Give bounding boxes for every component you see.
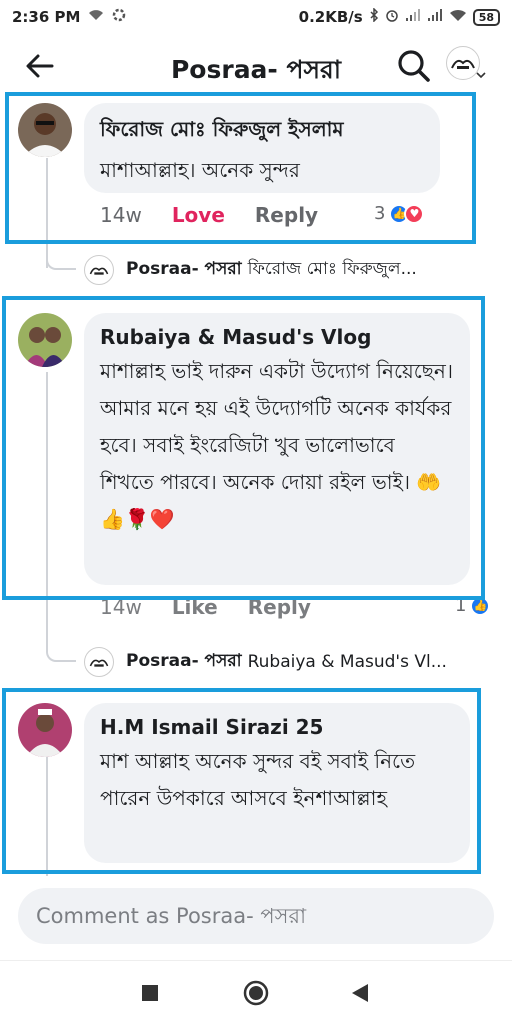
profile-switcher-button[interactable]	[446, 46, 486, 86]
recent-apps-button[interactable]	[134, 977, 166, 1009]
status-time: 2:36 PM	[12, 8, 81, 26]
circle-icon	[243, 980, 269, 1006]
highlight-box	[2, 688, 481, 874]
highlight-box	[2, 296, 485, 600]
triangle-back-icon	[352, 984, 368, 1002]
highlight-box	[5, 92, 476, 244]
page-logo-icon	[84, 647, 114, 677]
reply-author[interactable]: Posraa- পসরা	[126, 256, 242, 284]
reply-preview[interactable]: Posraa- পসরা ফিরোজ মোঃ ফিরুজুল...	[84, 255, 504, 285]
page-logo-icon	[84, 255, 114, 285]
settings-icon	[112, 8, 126, 26]
page-logo-icon	[446, 46, 480, 80]
app-header: Posraa- পসরা	[0, 36, 512, 98]
home-button[interactable]	[240, 977, 272, 1009]
system-nav-bar	[0, 960, 512, 1024]
wifi-icon	[88, 9, 104, 25]
signal-icon	[405, 9, 421, 25]
search-icon	[398, 50, 430, 82]
back-nav-button[interactable]	[344, 977, 376, 1009]
status-bar: 2:36 PM 0.2KB/s 58	[0, 0, 512, 34]
reply-text: ফিরোজ মোঃ ফিরুজুল...	[247, 259, 417, 279]
wifi-strength-icon	[449, 9, 467, 26]
page-title: Posraa- পসরা	[170, 55, 341, 84]
alarm-icon	[385, 8, 399, 26]
network-speed: 0.2KB/s	[298, 8, 363, 26]
battery-indicator: 58	[472, 8, 500, 26]
search-button[interactable]	[396, 48, 432, 84]
chevron-down-icon	[476, 71, 486, 82]
comment-input-container[interactable]	[18, 888, 494, 944]
reply-connector	[46, 632, 76, 662]
reply-preview[interactable]: Posraa- পসরা Rubaiya & Masud's Vl...	[84, 647, 504, 677]
reply-connector	[46, 240, 76, 270]
reply-text: Rubaiya & Masud's Vl...	[247, 652, 447, 672]
signal-4g-icon	[427, 9, 443, 25]
reply-author[interactable]: Posraa- পসরা	[126, 648, 242, 676]
square-icon	[142, 985, 158, 1001]
bluetooth-icon	[369, 7, 379, 26]
comment-input[interactable]	[18, 888, 494, 944]
